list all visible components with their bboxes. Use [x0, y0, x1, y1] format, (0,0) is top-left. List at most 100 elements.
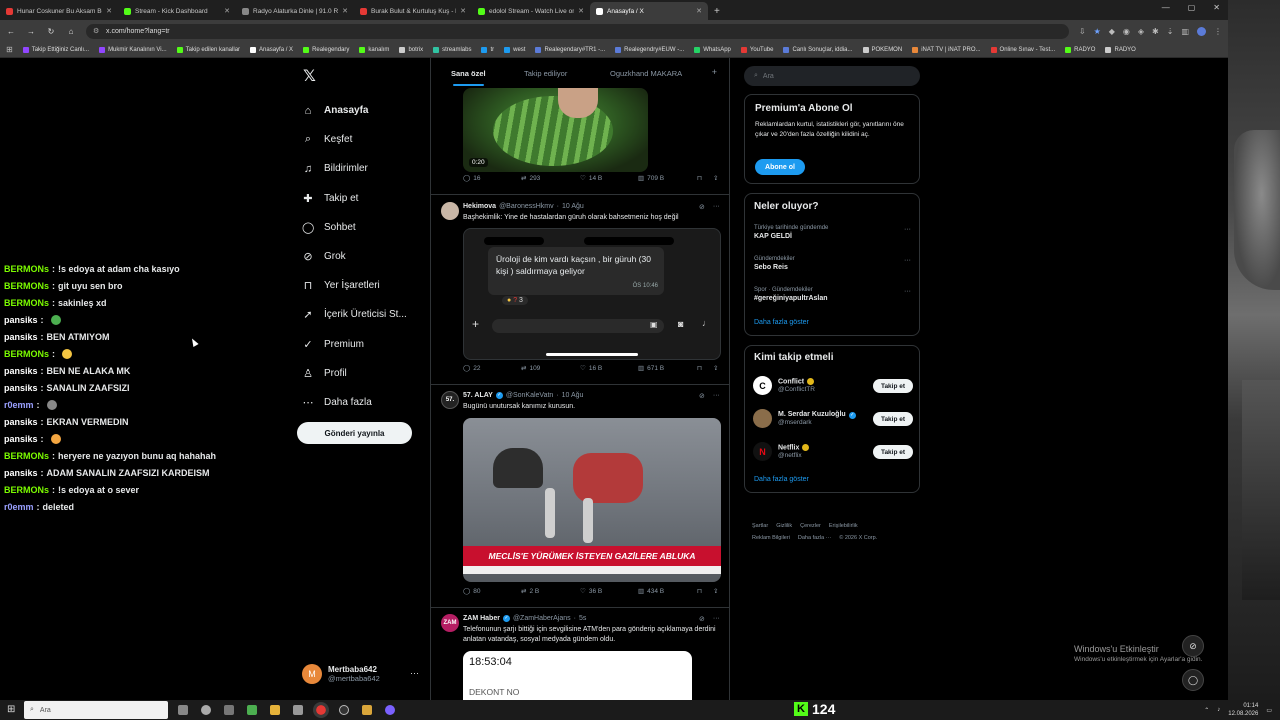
obs-icon[interactable] [339, 705, 349, 715]
tweet-time[interactable]: 5s [579, 615, 586, 622]
bookmark-icon[interactable]: ⊓ [697, 587, 702, 595]
app-icon[interactable] [362, 705, 372, 715]
bookmark-item[interactable]: Canlı Sonuçlar, iddia... [783, 46, 853, 53]
like-button[interactable]: ♡ 36 B [580, 587, 602, 596]
app-icon[interactable] [247, 705, 257, 715]
chat-username[interactable]: BERMONs [4, 485, 49, 495]
nav-item-home[interactable]: ⌂ Anasayfa [302, 96, 407, 125]
bookmark-item[interactable]: streamlabs [433, 46, 471, 53]
chat-username[interactable]: pansiks [4, 434, 38, 444]
grok-icon[interactable]: ⊘ [699, 615, 705, 623]
chat-username[interactable]: BERMONs [4, 349, 49, 359]
share-icon[interactable]: ⇪ [713, 587, 718, 595]
star-icon[interactable]: ★ [1094, 27, 1101, 36]
browser-tab[interactable]: Stream - Kick Dashboard ✕ [118, 2, 236, 20]
views-button[interactable]: ▥ 709 B [638, 174, 664, 183]
bookmark-icon[interactable]: ⊓ [697, 174, 702, 182]
follow-button[interactable]: Takip et [873, 445, 913, 459]
extension-icon[interactable]: ◈ [1138, 27, 1144, 36]
add-tab-icon[interactable]: + [712, 67, 717, 77]
follow-suggestion[interactable]: C Conflict @ConflictTR Takip et [753, 376, 913, 395]
chat-username[interactable]: pansiks [4, 383, 38, 393]
bookmark-item[interactable]: Realegendry#EUW -... [615, 46, 684, 53]
settings-icon[interactable] [201, 705, 211, 715]
bookmark-item[interactable]: kanalım [359, 46, 389, 53]
calculator-icon[interactable] [224, 705, 234, 715]
nav-item-grok[interactable]: ⊘ Grok [302, 242, 407, 271]
app-icon[interactable] [385, 705, 395, 715]
nav-item-follow[interactable]: ✚ Takip et [302, 184, 407, 213]
maximize-icon[interactable]: ▢ [1188, 3, 1196, 12]
app-icon[interactable] [293, 705, 303, 715]
grok-icon[interactable]: ⊘ [699, 392, 705, 400]
trend-more-icon[interactable]: ··· [904, 288, 911, 295]
new-tab-icon[interactable]: + [708, 2, 726, 20]
bookmark-item[interactable]: Realegendary [303, 46, 349, 53]
tab-for-you[interactable]: Sana özel [451, 58, 486, 88]
author-name[interactable]: Hekimova [463, 203, 496, 210]
chat-username[interactable]: pansiks [4, 332, 38, 342]
browser-tab[interactable]: edolol Stream - Watch Live on... ✕ [472, 2, 590, 20]
author-name[interactable]: ZAM Haber [463, 615, 500, 622]
retweet-button[interactable]: ⇄ 293 [521, 174, 540, 183]
tweet-time[interactable]: 10 Ağu [562, 203, 584, 210]
trend-more-icon[interactable]: ··· [904, 257, 911, 264]
avatar[interactable]: N [753, 442, 772, 461]
nav-item-profile[interactable]: ♙ Profil [302, 359, 407, 388]
messages-float-icon[interactable]: ◯ [1182, 669, 1204, 691]
bookmark-icon[interactable]: ⊓ [697, 364, 702, 372]
share-icon[interactable]: ⇪ [713, 174, 718, 182]
chat-username[interactable]: pansiks [4, 366, 38, 376]
downloads-icon[interactable]: ⇣ [1167, 27, 1174, 36]
footer-link[interactable]: Çerezler [800, 523, 821, 529]
nav-item-chat[interactable]: ◯ Sohbet [302, 213, 407, 242]
footer-link[interactable]: Daha fazla ··· [798, 535, 831, 541]
tab-following[interactable]: Takip ediliyor [524, 58, 567, 88]
footer-link[interactable]: Gizlilik [776, 523, 792, 529]
browser-tab[interactable]: Hunar Coskuner Bu Aksam Bu... ✕ [0, 2, 118, 20]
avatar[interactable]: 57. [441, 391, 459, 409]
author-handle[interactable]: @SonKaleVatn [506, 392, 553, 399]
more-icon[interactable]: ··· [713, 203, 720, 211]
bookmark-item[interactable]: WhatsApp [694, 46, 731, 53]
follow-suggestion[interactable]: N Netflix @netflix Takip et [753, 442, 913, 461]
share-icon[interactable]: ⇪ [713, 364, 718, 372]
author-name[interactable]: 57. ALAY [463, 392, 493, 399]
news-video-image[interactable]: MECLİS'E YÜRÜMEK İSTEYEN GAZİLERE ABLUKA [463, 418, 721, 582]
views-button[interactable]: ▥ 434 B [638, 587, 664, 596]
bank-receipt-image[interactable]: 18:53:04 DEKONT NO [463, 651, 692, 700]
trends-show-more[interactable]: Daha fazla göster [754, 319, 809, 326]
retweet-button[interactable]: ⇄ 109 [521, 364, 540, 373]
bookmark-item[interactable]: RADYO [1105, 46, 1136, 53]
chat-username[interactable]: pansiks [4, 315, 38, 325]
bookmark-item[interactable]: YouTube [740, 46, 773, 53]
tab-close-icon[interactable]: ✕ [578, 7, 584, 15]
forward-icon[interactable]: → [26, 27, 36, 36]
bookmark-item[interactable]: RADYO [1065, 46, 1095, 53]
extension-icon[interactable]: ◉ [1123, 27, 1130, 36]
like-button[interactable]: ♡ 16 B [580, 364, 602, 373]
start-icon[interactable]: ⊞ [7, 704, 15, 715]
puzzle-icon[interactable]: ✱ [1152, 27, 1159, 36]
nav-item-search[interactable]: ⌕ Keşfet [302, 125, 407, 154]
notifications-icon[interactable]: ▭ [1266, 707, 1272, 714]
bookmark-item[interactable]: iNAT TV | iNAT PRO... [912, 46, 981, 53]
grok-icon[interactable]: ⊘ [699, 203, 705, 211]
bookmark-item[interactable]: west [504, 46, 525, 53]
bookmark-item[interactable]: POKEMON [862, 46, 902, 53]
trend-item[interactable]: Gündemdekiler Sebo Reis [754, 256, 795, 271]
back-icon[interactable]: ← [6, 27, 16, 36]
bookmark-item[interactable]: Mukmir Kanalının Vi... [99, 46, 167, 53]
folder-icon[interactable] [270, 705, 280, 715]
account-switcher[interactable]: M Mertbaba642 @mertbaba642 ··· [302, 664, 419, 684]
browser-menu-icon[interactable]: ⋮ [1214, 27, 1222, 36]
task-view-icon[interactable] [178, 705, 188, 715]
nav-item-creator[interactable]: ➚ İçerik Üreticisi St... [302, 300, 406, 329]
nav-item-bookmark[interactable]: ⊓ Yer İşaretleri [302, 271, 407, 300]
bookmark-item[interactable]: Takip edilen kanallar [176, 46, 240, 53]
install-icon[interactable]: ⇩ [1079, 27, 1086, 36]
avatar[interactable] [753, 409, 772, 428]
browser-profile-avatar[interactable] [1197, 26, 1206, 36]
footer-link[interactable]: Erişilebilirlik [829, 523, 858, 529]
bookmark-item[interactable]: botrix [399, 46, 423, 53]
